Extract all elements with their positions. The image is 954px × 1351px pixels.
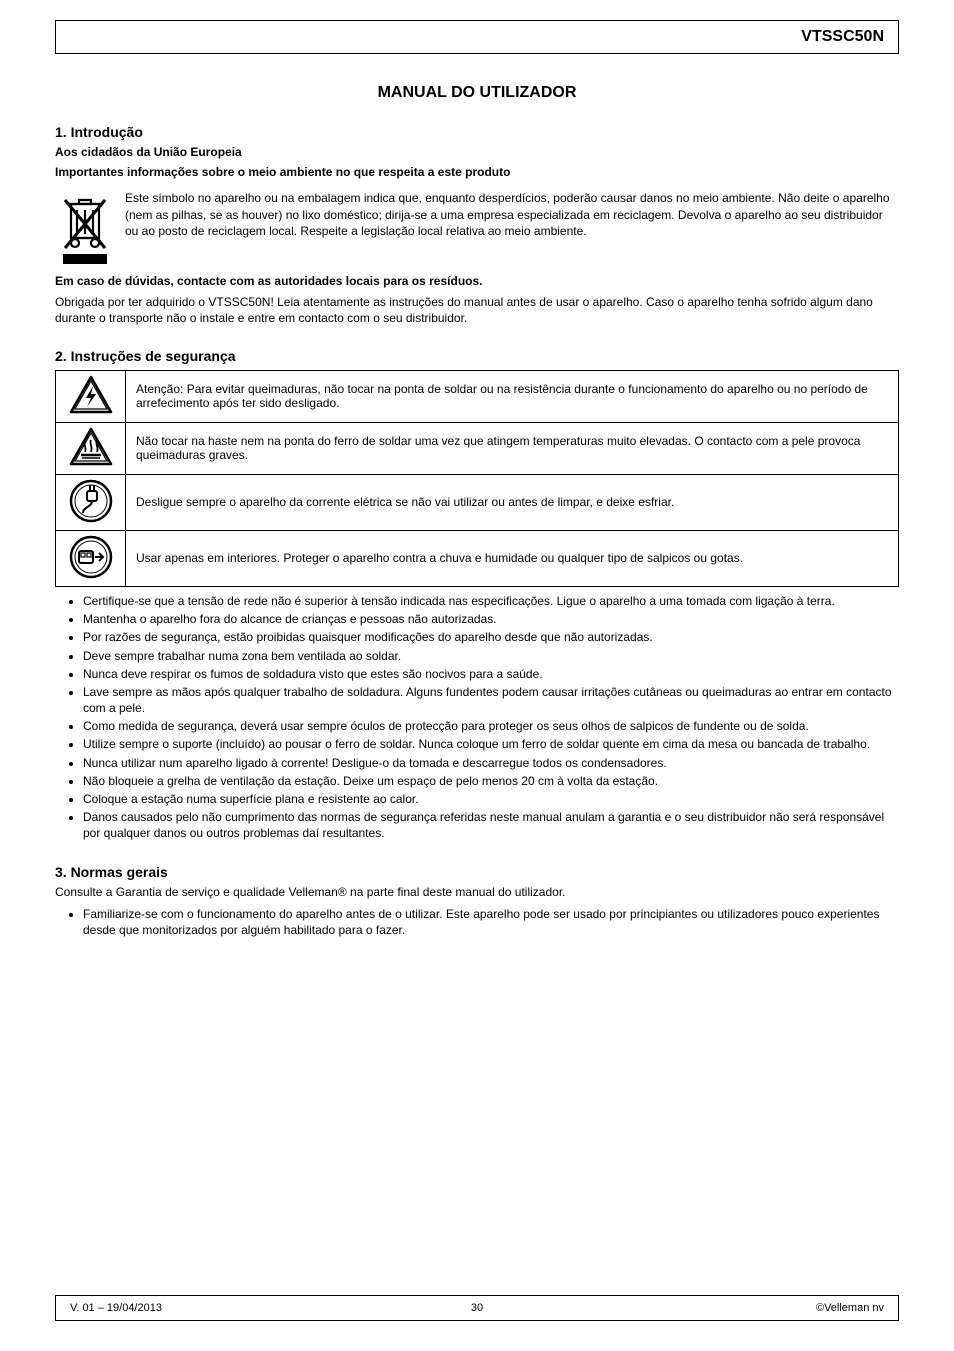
weee-paragraph-2: Em caso de dúvidas, contacte com as auto… — [55, 274, 483, 288]
safety-table: Atenção: Para evitar queimaduras, não to… — [55, 370, 899, 587]
safety-text-hot: Não tocar na haste nem na ponta do ferro… — [126, 422, 899, 474]
general-bullets: Familiarize-se com o funcionamento do ap… — [55, 906, 899, 938]
page-header: VTSSC50N — [55, 20, 899, 54]
safety-row-hot: Não tocar na haste nem na ponta do ferro… — [56, 422, 899, 474]
weee-block: Este símbolo no aparelho ou na embalagem… — [55, 186, 899, 269]
general-ref: Consulte a Garantia de serviço e qualida… — [55, 884, 899, 900]
product-code: VTSSC50N — [801, 28, 884, 46]
section-general-heading: 3. Normas gerais — [55, 864, 899, 880]
safety-row-unplug: Desligue sempre o aparelho da corrente e… — [56, 474, 899, 530]
safety-text-unplug: Desligue sempre o aparelho da corrente e… — [126, 474, 899, 530]
indoor-use-icon — [56, 530, 126, 586]
safety-row-indoor: Usar apenas em interiores. Proteger o ap… — [56, 530, 899, 586]
env-notice: Importantes informações sobre o meio amb… — [55, 165, 510, 179]
safety-bullets: Certifique-se que a tensão de rede não é… — [55, 593, 899, 842]
caution-electric-icon — [56, 370, 126, 422]
list-item: Não bloqueie a grelha de ventilação da e… — [83, 773, 899, 789]
list-item: Coloque a estação numa superfície plana … — [83, 791, 899, 807]
list-item: Danos causados pelo não cumprimento das … — [83, 809, 899, 841]
list-item: Familiarize-se com o funcionamento do ap… — [83, 906, 899, 938]
footer-page: 30 — [471, 1302, 483, 1314]
weee-bin-icon — [61, 196, 109, 269]
weee-icon-cell — [55, 186, 115, 269]
intro-subheading: Aos cidadãos da União Europeia — [55, 145, 242, 159]
section-safety-heading: 2. Instruções de segurança — [55, 348, 899, 364]
weee-text: Este símbolo no aparelho ou na embalagem… — [125, 186, 899, 269]
page-footer: V. 01 – 19/04/2013 30 ©Velleman nv — [55, 1295, 899, 1321]
footer-copyright: ©Velleman nv — [816, 1302, 884, 1314]
list-item: Por razões de segurança, estão proibidas… — [83, 629, 899, 645]
caution-hot-surface-icon — [56, 422, 126, 474]
unplug-icon — [56, 474, 126, 530]
list-item: Nunca deve respirar os fumos de soldadur… — [83, 666, 899, 682]
list-item: Lave sempre as mãos após qualquer trabal… — [83, 684, 899, 716]
list-item: Mantenha o aparelho fora do alcance de c… — [83, 611, 899, 627]
section-intro-heading: 1. Introdução — [55, 124, 899, 140]
weee-paragraph-1: Este símbolo no aparelho ou na embalagem… — [125, 190, 899, 239]
manual-title: MANUAL DO UTILIZADOR — [55, 84, 899, 102]
safety-text-indoor: Usar apenas em interiores. Proteger o ap… — [126, 530, 899, 586]
footer-date: V. 01 – 19/04/2013 — [70, 1302, 162, 1314]
thanks-paragraph: Obrigada por ter adquirido o VTSSC50N! L… — [55, 294, 899, 326]
list-item: Nunca utilizar num aparelho ligado à cor… — [83, 755, 899, 771]
list-item: Como medida de segurança, deverá usar se… — [83, 718, 899, 734]
list-item: Deve sempre trabalhar numa zona bem vent… — [83, 648, 899, 664]
list-item: Certifique-se que a tensão de rede não é… — [83, 593, 899, 609]
safety-row-electric: Atenção: Para evitar queimaduras, não to… — [56, 370, 899, 422]
list-item: Utilize sempre o suporte (incluído) ao p… — [83, 736, 899, 752]
page-container: VTSSC50N MANUAL DO UTILIZADOR 1. Introdu… — [0, 0, 954, 1351]
safety-text-electric: Atenção: Para evitar queimaduras, não to… — [126, 370, 899, 422]
